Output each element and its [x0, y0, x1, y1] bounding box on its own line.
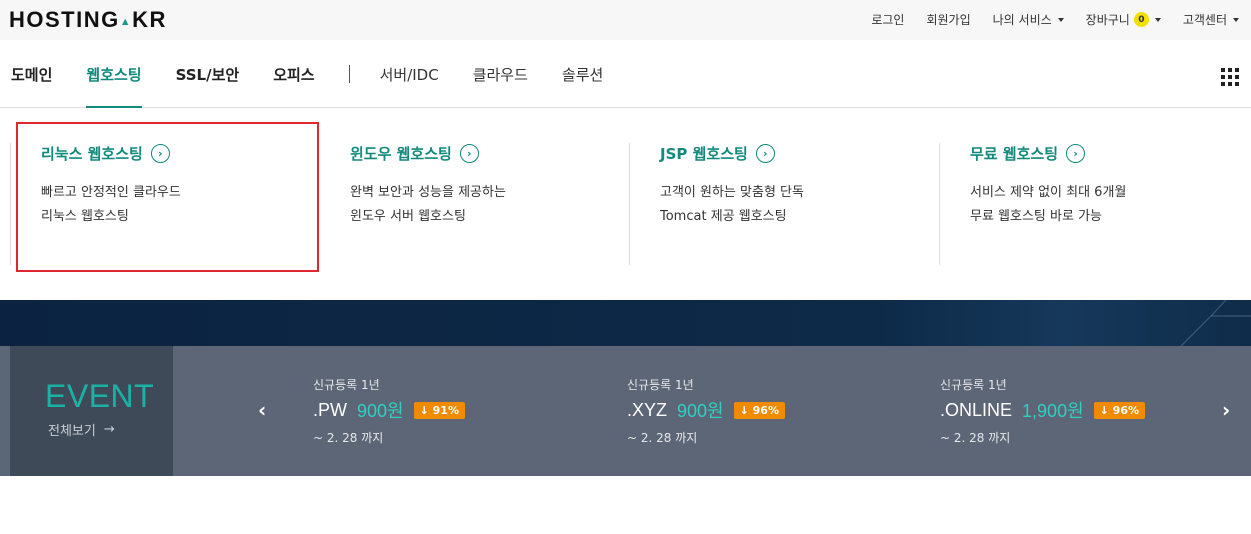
submenu-title-text: 무료 웹호스팅: [970, 145, 1059, 163]
main-nav: 도메인 웹호스팅 SSL/보안 오피스 서버/IDC 클라우드 솔루션: [0, 40, 1251, 108]
hero-banner-strip: [0, 300, 1251, 346]
submenu-title[interactable]: 윈도우 웹호스팅 ›: [350, 143, 479, 164]
my-service-dropdown[interactable]: 나의 서비스: [993, 11, 1064, 28]
nav-item-webhosting[interactable]: 웹호스팅: [86, 64, 142, 108]
all-menu-grid-icon[interactable]: [1221, 68, 1239, 86]
login-link[interactable]: 로그인: [871, 11, 904, 28]
submenu-jsp[interactable]: JSP 웹호스팅 › 고객이 원하는 맞춤형 단독 Tomcat 제공 웹호스팅: [629, 143, 939, 265]
logo-text-kr: KR: [132, 7, 167, 32]
support-dropdown[interactable]: 고객센터: [1183, 11, 1239, 28]
desc-line: 윈도우 서버 웹호스팅: [350, 209, 466, 224]
view-all-label: 전체보기: [48, 424, 96, 439]
discount-badge: ↓ 96%: [1093, 401, 1146, 419]
carousel-next-button[interactable]: ›: [1222, 400, 1230, 420]
submenu-title-text: 윈도우 웹호스팅: [350, 145, 452, 163]
carousel-prev-button[interactable]: ‹: [258, 400, 266, 420]
arrow-right-icon: →: [103, 422, 115, 437]
desc-line: 무료 웹호스팅 바로 가능: [970, 209, 1102, 224]
deal-label: 신규등록 1년: [940, 378, 1007, 392]
circle-arrow-right-icon: ›: [459, 144, 479, 163]
cart-count-badge: 0: [1133, 12, 1149, 27]
support-label: 고객센터: [1182, 13, 1227, 27]
discount-badge: ↓ 91%: [413, 401, 465, 419]
submenu-free[interactable]: 무료 웹호스팅 › 서비스 제약 없이 최대 6개월 무료 웹호스팅 바로 가능: [939, 143, 1239, 265]
signup-link[interactable]: 회원가입: [926, 11, 970, 28]
nav-item-cloud[interactable]: 클라우드: [473, 64, 528, 108]
logo-text-hosting: HOSTING: [9, 7, 120, 32]
nav-divider: [348, 65, 350, 83]
deal-label: 신규등록 1년: [627, 378, 694, 392]
deal-price: 900원: [677, 401, 724, 421]
submenu-title-text: JSP 웹호스팅: [660, 145, 748, 163]
submenu-description: 완벽 보안과 성능을 제공하는 윈도우 서버 웹호스팅: [350, 181, 506, 229]
top-utility-bar: HOSTING▲KR 로그인 회원가입 나의 서비스 장바구니 0 고객센터: [0, 0, 1251, 40]
desc-line: Tomcat 제공 웹호스팅: [660, 209, 787, 224]
submenu-description: 서비스 제약 없이 최대 6개월 무료 웹호스팅 바로 가능: [970, 181, 1126, 229]
caret-down-icon: [1233, 17, 1239, 22]
deal-card-xyz[interactable]: 신규등록 1년 .XYZ 900원 ↓ 96% ~ 2. 28 까지: [627, 376, 785, 446]
login-label: 로그인: [871, 13, 905, 27]
event-title: EVENT: [45, 378, 155, 414]
submenu-description: 고객이 원하는 맞춤형 단독 Tomcat 제공 웹호스팅: [660, 181, 804, 229]
nav-item-ssl[interactable]: SSL/보안: [176, 64, 240, 108]
hexagon-decoration-icon: [1180, 300, 1251, 346]
deal-until: ~ 2. 28 까지: [940, 431, 1011, 445]
deal-label: 신규등록 1년: [313, 378, 380, 392]
event-box: EVENT 전체보기 →: [10, 346, 173, 476]
nav-item-solution[interactable]: 솔루션: [562, 64, 603, 108]
signup-label: 회원가입: [926, 13, 971, 27]
caret-down-icon: [1057, 17, 1064, 22]
deal-until: ~ 2. 28 까지: [313, 431, 384, 445]
deal-tld: .ONLINE: [940, 399, 1013, 420]
caret-down-icon: [1154, 17, 1161, 22]
deal-tld: .XYZ: [627, 399, 668, 420]
utility-menu: 로그인 회원가입 나의 서비스 장바구니 0 고객센터: [871, 11, 1239, 28]
my-service-label: 나의 서비스: [992, 13, 1052, 27]
desc-line: 고객이 원하는 맞춤형 단독: [660, 185, 804, 200]
highlight-box: [16, 122, 319, 272]
deal-until: ~ 2. 28 까지: [627, 431, 698, 445]
cart-label: 장바구니: [1085, 13, 1130, 27]
deal-tld: .PW: [313, 399, 347, 420]
deal-card-pw[interactable]: 신규등록 1년 .PW 900원 ↓ 91% ~ 2. 28 까지: [313, 376, 465, 446]
event-view-all-link[interactable]: 전체보기 →: [48, 420, 115, 439]
deal-card-online[interactable]: 신규등록 1년 .ONLINE 1,900원 ↓ 96% ~ 2. 28 까지: [940, 376, 1146, 446]
circle-arrow-right-icon: ›: [1066, 144, 1086, 163]
logo-dot-icon: ▲: [119, 16, 133, 28]
cart-dropdown[interactable]: 장바구니 0: [1086, 11, 1161, 28]
nav-item-server-idc[interactable]: 서버/IDC: [380, 64, 439, 108]
submenu-title[interactable]: JSP 웹호스팅 ›: [660, 143, 775, 164]
discount-badge: ↓ 96%: [733, 401, 785, 419]
deal-price: 1,900원: [1022, 401, 1084, 421]
submenu-windows[interactable]: 윈도우 웹호스팅 › 완벽 보안과 성능을 제공하는 윈도우 서버 웹호스팅: [320, 143, 630, 265]
desc-line: 서비스 제약 없이 최대 6개월: [970, 185, 1127, 200]
deal-price: 900원: [357, 401, 404, 421]
submenu-title[interactable]: 무료 웹호스팅 ›: [970, 143, 1086, 164]
circle-arrow-right-icon: ›: [755, 144, 775, 163]
desc-line: 완벽 보안과 성능을 제공하는: [350, 185, 506, 200]
nav-item-office[interactable]: 오피스: [273, 64, 314, 108]
logo[interactable]: HOSTING▲KR: [9, 9, 167, 33]
nav-item-domain[interactable]: 도메인: [11, 64, 52, 108]
event-strip: EVENT 전체보기 → ‹ 신규등록 1년 .PW 900원 ↓ 91% ~ …: [0, 346, 1251, 476]
